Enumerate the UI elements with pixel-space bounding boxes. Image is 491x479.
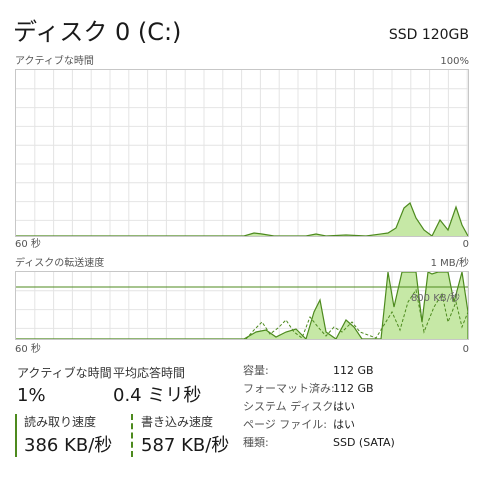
disk-info-values: 112 GB 112 GB はい はい SSD (SATA) <box>333 362 395 452</box>
disk-info-labels: 容量: フォーマット済み: システム ディスク: ページ ファイル: 種類: <box>243 362 337 452</box>
type-label: 種類: <box>243 436 269 449</box>
read-speed-label: 読み取り速度 <box>24 415 97 429</box>
active-time-label: アクティブな時間 <box>17 366 112 380</box>
formatted-label: フォーマット済み: <box>243 382 335 395</box>
activity-x-right-label: 0 <box>462 239 469 250</box>
response-time-label: 平均応答時間 <box>113 366 186 380</box>
capacity-label: 容量: <box>243 364 269 377</box>
read-speed-legend-bar <box>15 414 17 457</box>
type-value: SSD (SATA) <box>333 436 395 449</box>
system-disk-label: システム ディスク: <box>243 400 338 413</box>
transfer-x-left-label: 60 秒 <box>15 344 41 355</box>
transfer-overlay-label: 800 KB/秒 <box>411 291 460 304</box>
transfer-graph-max-label: 1 MB/秒 <box>430 258 469 269</box>
system-disk-value: はい <box>333 400 355 413</box>
read-speed-value: 386 KB/秒 <box>24 435 113 456</box>
formatted-value: 112 GB <box>333 382 374 395</box>
transfer-graph-canvas: 800 KB/秒 <box>16 272 468 339</box>
activity-graph-label: アクティブな時間 <box>15 56 94 67</box>
active-time-value: 1% <box>17 385 46 406</box>
page-file-label: ページ ファイル: <box>243 418 327 431</box>
write-speed-label: 書き込み速度 <box>141 415 214 429</box>
activity-x-left-label: 60 秒 <box>15 239 41 250</box>
page-file-value: はい <box>333 418 355 431</box>
capacity-value: 112 GB <box>333 364 374 377</box>
disk-model: SSD 120GB <box>388 27 469 43</box>
write-speed-legend-bar <box>131 414 133 457</box>
activity-graph-canvas <box>16 70 468 236</box>
activity-graph[interactable] <box>15 69 469 237</box>
response-time-value: 0.4 ミリ秒 <box>113 385 202 406</box>
transfer-graph[interactable]: 800 KB/秒 <box>15 271 469 340</box>
activity-graph-max-label: 100% <box>440 56 469 67</box>
write-speed-value: 587 KB/秒 <box>141 435 230 456</box>
transfer-graph-label: ディスクの転送速度 <box>15 258 105 269</box>
transfer-x-right-label: 0 <box>462 344 469 355</box>
disk-title: ディスク 0 (C:) <box>13 18 182 46</box>
activity-grid <box>16 70 468 236</box>
